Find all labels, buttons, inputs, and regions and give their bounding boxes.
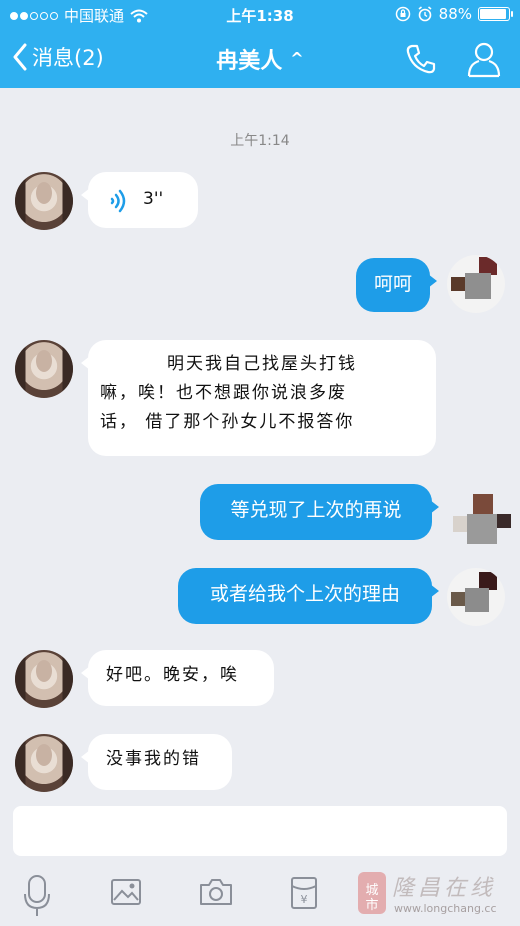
message-input[interactable] (13, 806, 507, 856)
svg-text:市: 市 (365, 897, 378, 913)
contact-name: 冉美人 (216, 49, 283, 74)
profile-icon[interactable] (466, 40, 502, 78)
alarm-icon (418, 6, 432, 22)
my-avatar[interactable] (447, 255, 505, 313)
watermark: 城 市 隆昌在线 www.longchang.cc (354, 862, 514, 922)
status-bar: 中国联通 上午1:38 88% (0, 0, 520, 30)
svg-text:¥: ¥ (301, 893, 308, 906)
contact-avatar[interactable] (15, 734, 73, 792)
microphone-icon[interactable] (22, 874, 52, 918)
contact-avatar[interactable] (15, 340, 73, 398)
voice-wave-icon (110, 189, 126, 213)
contact-avatar[interactable] (15, 650, 73, 708)
message-line: 话， 借了那个孙女儿不报答你 (100, 411, 355, 432)
message-line: 明天我自己找屋头打钱 (167, 354, 357, 374)
seal-logo: 城 市 (358, 872, 386, 914)
message-bubble-outgoing[interactable]: 等兑现了上次的再说 (200, 484, 439, 540)
camera-icon[interactable] (198, 878, 234, 906)
message-bubble-incoming[interactable]: 好吧。晚安，唉 (81, 650, 274, 706)
message-text: 好吧。晚安，唉 (106, 665, 239, 685)
message-bubble-outgoing[interactable]: 或者给我个上次的理由 (178, 568, 439, 624)
phone-icon[interactable] (404, 42, 438, 76)
nav-bar: 消息(2) 冉美人 ^ (0, 30, 520, 88)
message-text: 或者给我个上次的理由 (209, 583, 400, 605)
image-icon[interactable] (110, 878, 142, 906)
my-avatar[interactable] (447, 568, 505, 626)
orientation-lock-icon (395, 6, 410, 22)
caret-up-icon: ^ (290, 49, 304, 68)
message-timestamp: 上午1:14 (230, 133, 290, 149)
message-bubble-incoming[interactable]: 明天我自己找屋头打钱 嘛，唉！也不想跟你说浪多废 话， 借了那个孙女儿不报答你 (81, 340, 436, 456)
voice-message-bubble[interactable]: 3'' (81, 172, 198, 228)
contact-avatar[interactable] (15, 172, 73, 230)
chat-title[interactable]: 冉美人 ^ (0, 43, 520, 75)
watermark-url: www.longchang.cc (394, 902, 497, 915)
voice-duration: 3'' (143, 189, 164, 209)
battery-percent: 88% (438, 5, 472, 23)
message-bubble-outgoing[interactable]: 呵呵 (356, 258, 437, 312)
battery-icon (478, 7, 513, 21)
message-bubble-incoming[interactable]: 没事我的错 (81, 734, 232, 790)
message-text: 没事我的错 (106, 749, 201, 769)
message-text: 等兑现了上次的再说 (230, 499, 402, 521)
header: 中国联通 上午1:38 88% 消息(2) 冉美人 ^ (0, 0, 520, 88)
my-avatar[interactable] (447, 490, 519, 554)
watermark-text: 隆昌在线 (392, 876, 497, 901)
red-packet-icon[interactable]: ¥ (290, 876, 318, 910)
message-line: 嘛，唉！也不想跟你说浪多废 (100, 382, 347, 403)
svg-text:城: 城 (365, 883, 378, 898)
message-text: 呵呵 (373, 273, 412, 295)
